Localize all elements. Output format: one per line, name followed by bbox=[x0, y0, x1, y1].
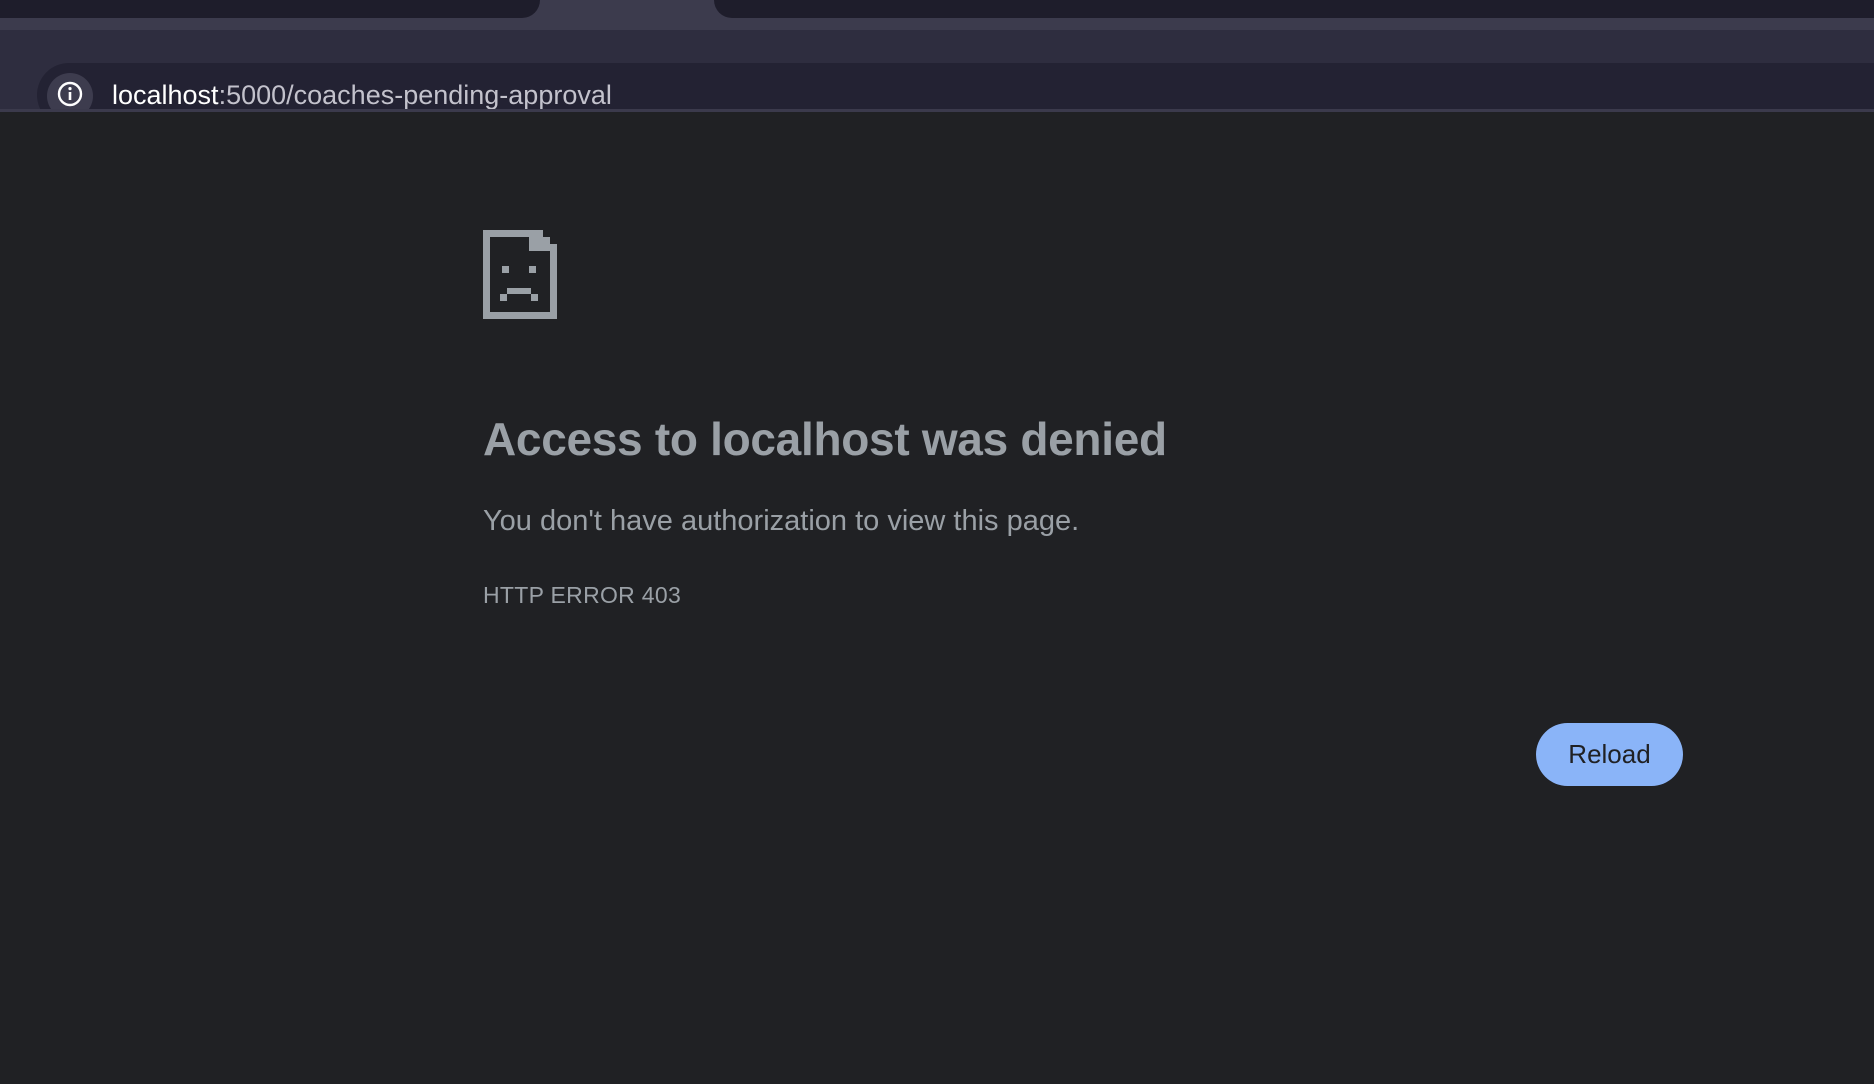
tab-inactive-right[interactable] bbox=[714, 0, 1874, 18]
url-host: localhost bbox=[112, 80, 219, 110]
error-page bbox=[0, 112, 1874, 1084]
error-description: You don't have authorization to view thi… bbox=[483, 505, 1080, 537]
error-code: HTTP ERROR 403 bbox=[483, 582, 682, 608]
reload-button[interactable]: Reload bbox=[1536, 723, 1683, 786]
tab-active[interactable] bbox=[540, 0, 714, 31]
toolbar: localhost:5000/coaches-pending-approval bbox=[0, 30, 1874, 127]
url-path: :5000/coaches-pending-approval bbox=[218, 80, 612, 110]
error-title: Access to localhost was denied bbox=[483, 413, 1167, 465]
tab-inactive-left[interactable] bbox=[0, 0, 540, 18]
sad-document-icon bbox=[483, 230, 557, 319]
tab-strip bbox=[0, 0, 1874, 31]
info-icon bbox=[56, 80, 84, 113]
browser-chrome: localhost:5000/coaches-pending-approval bbox=[0, 0, 1874, 127]
